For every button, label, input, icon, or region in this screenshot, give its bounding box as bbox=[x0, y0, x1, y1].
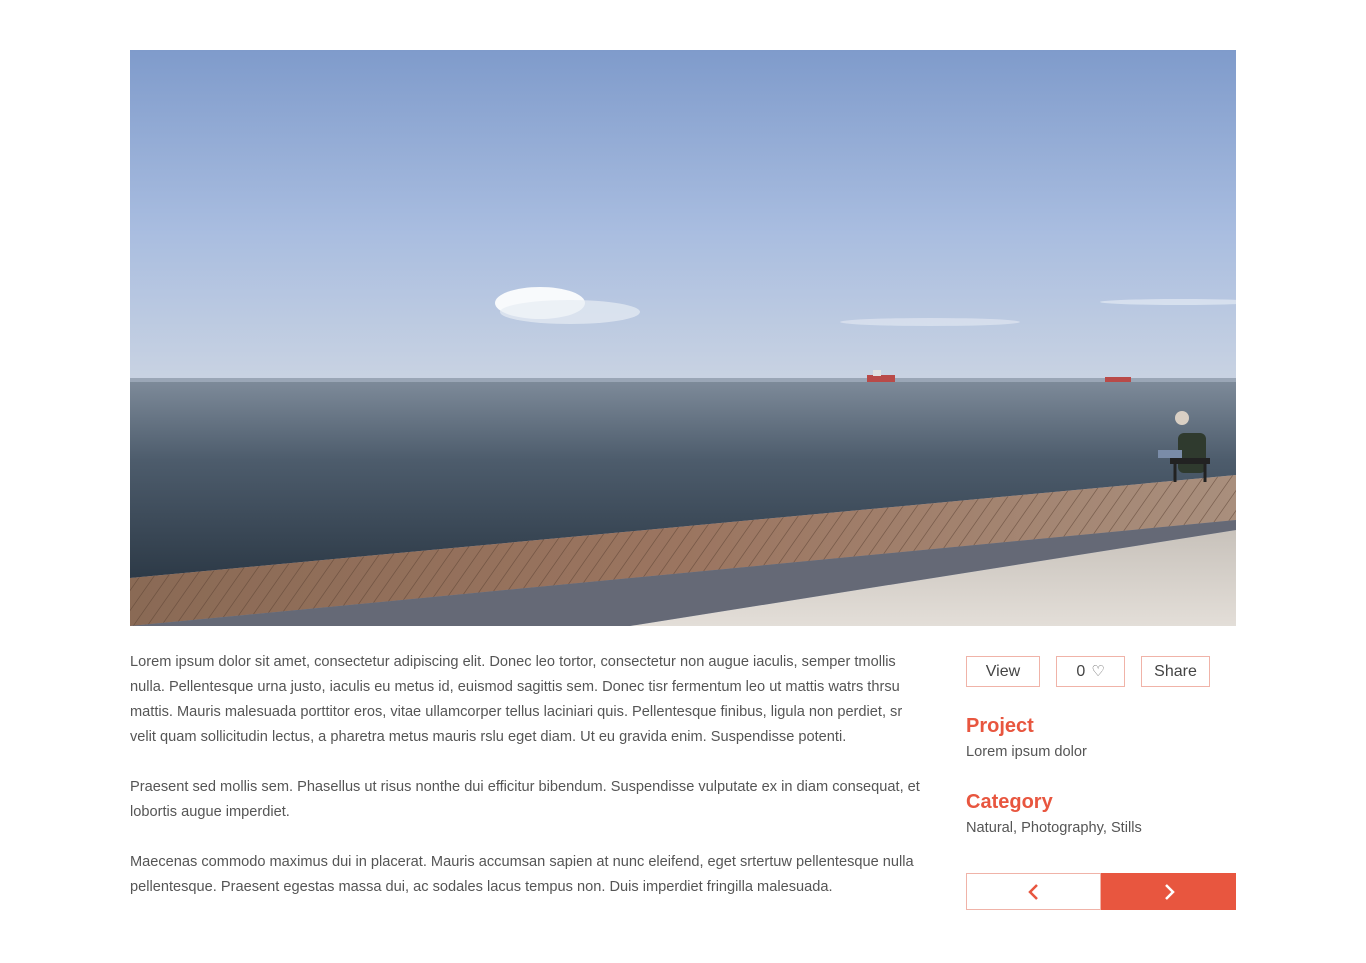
category-heading: Category bbox=[966, 791, 1053, 813]
project-info: Project Lorem ipsum dolor bbox=[966, 714, 1236, 763]
project-sidebar: View 0 ♡ Share Project Lorem ipsum dolor … bbox=[966, 656, 1236, 839]
chevron-right-icon bbox=[1164, 883, 1175, 900]
like-button[interactable]: 0 ♡ bbox=[1056, 656, 1125, 687]
action-buttons: View 0 ♡ Share bbox=[966, 656, 1236, 687]
hero-image bbox=[130, 50, 1236, 626]
project-value: Lorem ipsum dolor bbox=[966, 744, 1087, 760]
description-paragraph: Praesent sed mollis sem. Phasellus ut ri… bbox=[130, 779, 920, 820]
project-description: Lorem ipsum dolor sit amet, consectetur … bbox=[130, 650, 925, 925]
chevron-left-icon bbox=[1027, 883, 1038, 900]
project-heading: Project bbox=[966, 715, 1034, 737]
next-project-button[interactable] bbox=[1101, 873, 1236, 910]
previous-project-button[interactable] bbox=[966, 873, 1101, 910]
project-pager bbox=[966, 873, 1236, 910]
description-paragraph: Lorem ipsum dolor sit amet, consectetur … bbox=[130, 654, 903, 745]
share-button-label: Share bbox=[1154, 663, 1197, 680]
category-value: Natural, Photography, Stills bbox=[966, 820, 1142, 836]
description-paragraph: Maecenas commodo maximus dui in placerat… bbox=[130, 854, 914, 895]
view-button-label: View bbox=[985, 663, 1021, 680]
heart-icon: ♡ bbox=[1091, 663, 1105, 680]
like-count: 0 bbox=[1076, 663, 1086, 680]
project-page: Lorem ipsum dolor sit amet, consectetur … bbox=[0, 0, 1366, 963]
seaside-photo bbox=[130, 50, 1236, 626]
share-button[interactable]: Share bbox=[1141, 656, 1210, 687]
view-button[interactable]: View bbox=[966, 656, 1040, 687]
category-info: Category Natural, Photography, Stills bbox=[966, 790, 1236, 839]
